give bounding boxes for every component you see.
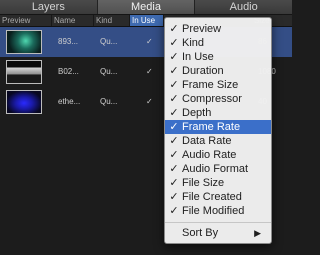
row-name: 893... xyxy=(58,37,79,46)
column-in-use[interactable]: In Use xyxy=(130,15,164,26)
checkmark-icon: ✓ xyxy=(169,205,179,217)
menu-item-label: Compressor xyxy=(182,93,242,105)
menu-item-compressor[interactable]: ✓ Compressor xyxy=(165,92,271,106)
menu-item-data-rate[interactable]: ✓ Data Rate xyxy=(165,134,271,148)
menu-item-label: Preview xyxy=(182,23,222,35)
menu-item-label: In Use xyxy=(182,51,214,63)
menu-item-label: Audio Rate xyxy=(182,149,237,161)
menu-item-label: Frame Size xyxy=(182,79,239,91)
row-name: ethe... xyxy=(58,97,81,106)
tab-bar: Layers Media Audio xyxy=(0,0,292,15)
menu-item-label: Audio Format xyxy=(182,163,249,175)
checkmark-icon: ✓ xyxy=(169,177,179,189)
menu-item-label: Duration xyxy=(182,65,224,77)
menu-item-frame-rate[interactable]: ✓ Frame Rate xyxy=(165,120,271,134)
menu-item-label: File Size xyxy=(182,177,225,189)
checkmark-icon: ✓ xyxy=(169,51,179,63)
column-kind[interactable]: Kind xyxy=(94,15,130,26)
media-thumbnail xyxy=(6,60,42,84)
menu-item-label: Kind xyxy=(182,37,205,49)
menu-item-sort-by[interactable]: Sort By ▶ xyxy=(165,226,271,240)
checkmark-icon: ✓ xyxy=(169,93,179,105)
submenu-arrow-icon: ▶ xyxy=(254,228,261,238)
row-kind: Qu... xyxy=(100,67,118,76)
menu-item-audio-rate[interactable]: ✓ Audio Rate xyxy=(165,148,271,162)
menu-item-in-use[interactable]: ✓ In Use xyxy=(165,50,271,64)
menu-item-label: Data Rate xyxy=(182,135,232,147)
checkmark-icon: ✓ xyxy=(169,121,179,133)
media-thumbnail xyxy=(6,90,42,114)
checkmark-icon: ✓ xyxy=(169,135,179,147)
row-kind: Qu... xyxy=(100,97,118,106)
checkmark-icon: ✓ xyxy=(169,79,179,91)
menu-item-label: File Modified xyxy=(182,205,245,217)
menu-item-label: Frame Rate xyxy=(182,121,241,133)
column-preview[interactable]: Preview xyxy=(0,15,52,26)
row-kind: Qu... xyxy=(100,37,118,46)
row-in-use: ✓ xyxy=(146,97,153,106)
checkmark-icon: ✓ xyxy=(169,163,179,175)
menu-item-audio-format[interactable]: ✓ Audio Format xyxy=(165,162,271,176)
menu-item-label: File Created xyxy=(182,191,242,203)
checkmark-icon: ✓ xyxy=(169,191,179,203)
menu-item-file-modified[interactable]: ✓ File Modified xyxy=(165,204,271,218)
checkmark-icon: ✓ xyxy=(169,65,179,77)
tab-media[interactable]: Media xyxy=(97,0,196,14)
menu-item-kind[interactable]: ✓ Kind xyxy=(165,36,271,50)
row-in-use: ✓ xyxy=(146,37,153,46)
checkmark-icon: ✓ xyxy=(169,23,179,35)
menu-item-frame-size[interactable]: ✓ Frame Size xyxy=(165,78,271,92)
menu-item-preview[interactable]: ✓ Preview xyxy=(165,22,271,36)
tab-audio[interactable]: Audio xyxy=(195,0,292,14)
menu-separator xyxy=(165,222,271,223)
tab-layers[interactable]: Layers xyxy=(0,0,98,14)
menu-item-file-size[interactable]: ✓ File Size xyxy=(165,176,271,190)
checkmark-icon: ✓ xyxy=(169,37,179,49)
checkmark-icon: ✓ xyxy=(169,107,179,119)
menu-item-label: Depth xyxy=(182,107,212,119)
row-name: B02... xyxy=(58,67,79,76)
menu-item-depth[interactable]: ✓ Depth xyxy=(165,106,271,120)
menu-item-file-created[interactable]: ✓ File Created xyxy=(165,190,271,204)
column-name[interactable]: Name xyxy=(52,15,94,26)
checkmark-icon: ✓ xyxy=(169,149,179,161)
row-in-use: ✓ xyxy=(146,67,153,76)
media-thumbnail xyxy=(6,30,42,54)
menu-item-duration[interactable]: ✓ Duration xyxy=(165,64,271,78)
menu-item-label: Sort By xyxy=(182,227,219,239)
column-options-menu: ✓ Preview ✓ Kind ✓ In Use ✓ Duration ✓ Frame … xyxy=(164,17,272,244)
